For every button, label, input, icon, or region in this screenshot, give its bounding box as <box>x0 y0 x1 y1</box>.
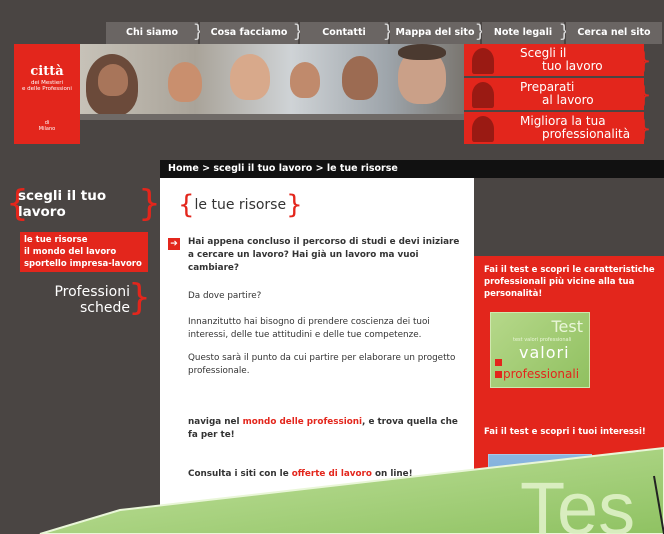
brace-icon: } <box>635 114 652 144</box>
main-content: {le tue risorse} ➔ Hai appena concluso i… <box>160 178 474 534</box>
brace-icon: } <box>635 46 652 76</box>
photo-face <box>290 62 320 98</box>
right-column: Fai il test e scopri le caratteristiche … <box>474 256 664 534</box>
header: città dei Mestieri e delle Professioni d… <box>14 44 664 144</box>
nav-tab-mappa-del-sito[interactable]: Mappa del sito } <box>390 22 486 44</box>
test-interessi-banner[interactable] <box>488 454 592 534</box>
logo-title: città <box>30 64 64 79</box>
logo-city: di Milano <box>14 120 80 132</box>
photo-face <box>98 64 128 96</box>
page-title-text: le tue risorse <box>194 197 287 213</box>
nav-tab-label: Contatti <box>322 27 366 38</box>
brace-icon: } <box>635 80 652 110</box>
nav-tab-label: Cosa facciamo <box>210 27 288 38</box>
sidebar-item-mondo-del-lavoro[interactable]: il mondo del lavoro <box>20 246 148 258</box>
nav-tab-contatti[interactable]: Contatti } <box>300 22 394 44</box>
sidebar-menu: le tue risorse il mondo del lavoro sport… <box>20 232 148 272</box>
consulta-paragraph: Consulta i siti con le offerte di lavoro… <box>188 468 464 481</box>
banner-text: Test <box>551 317 583 336</box>
logo-subtitle-line: e delle Professioni <box>22 86 72 92</box>
close-brace-icon: } <box>286 190 303 220</box>
breadcrumb[interactable]: Home > scegli il tuo lavoro > le tue ris… <box>160 160 664 178</box>
header-button-line: al lavoro <box>542 93 594 107</box>
header-button-line: professionalità <box>542 127 631 141</box>
header-button-migliora[interactable]: Migliora la tua professionalità } <box>464 112 652 144</box>
nav-tab-note-legali[interactable]: Note legali } <box>482 22 570 44</box>
silhouette-icon <box>472 82 494 108</box>
photo-hair <box>398 44 446 60</box>
consulta-text: on line! <box>371 469 413 479</box>
top-navigation: Chi siamo } Cosa facciamo } Contatti } M… <box>14 22 664 44</box>
nav-tab-label: Note legali <box>493 27 553 38</box>
header-button-preparati[interactable]: Preparati al lavoro } <box>464 78 652 110</box>
nav-tab-chi-siamo[interactable]: Chi siamo } <box>106 22 204 44</box>
nav-tab-cerca-nel-sito[interactable]: Cerca nel sito <box>566 22 662 44</box>
page-title: {le tue risorse} <box>178 192 303 218</box>
nav-tab-label: Cerca nel sito <box>577 27 651 38</box>
mondo-professioni-link[interactable]: mondo delle professioni <box>243 417 362 427</box>
naviga-text: naviga nel <box>188 417 243 427</box>
silhouette-icon <box>472 116 494 142</box>
paragraph: Innanzitutto hai bisogno di prendere cos… <box>188 317 430 340</box>
sidebar-item-sportello[interactable]: sportello impresa-lavoro <box>20 258 148 270</box>
intro-text: Hai appena concluso il percorso di studi… <box>188 236 464 275</box>
sidebar: { scegli il tuo lavoro } le tue risorse … <box>0 178 161 534</box>
logo-mark-icon <box>495 359 502 366</box>
paragraph: Da dove partire? <box>188 291 262 301</box>
logo-city-line: Milano <box>38 126 56 132</box>
paragraph: Questo sarà il punto da cui partire per … <box>188 353 456 376</box>
close-brace-icon: } <box>128 277 151 318</box>
silhouette-icon <box>472 48 494 74</box>
banner-text: professionali <box>503 367 580 381</box>
schede-label: schede <box>80 300 130 316</box>
photo-face <box>342 56 378 100</box>
sidebar-item-le-tue-risorse[interactable]: le tue risorse <box>20 234 148 246</box>
close-brace-icon: } <box>138 183 161 224</box>
page: Chi siamo } Cosa facciamo } Contatti } M… <box>0 0 664 534</box>
header-button-scegli-lavoro[interactable]: Scegli il tuo lavoro } <box>464 44 652 76</box>
site-logo[interactable]: città dei Mestieri e delle Professioni d… <box>14 44 80 144</box>
offerte-lavoro-link[interactable]: offerte di lavoro <box>292 469 372 479</box>
arrow-right-icon: ➔ <box>168 238 180 250</box>
photo-face <box>230 54 270 100</box>
open-brace-icon: { <box>178 190 195 220</box>
header-band <box>80 120 464 144</box>
professioni-label: Professioni <box>54 284 130 300</box>
promo-test-valori[interactable]: Fai il test e scopri le caratteristiche … <box>484 264 660 300</box>
header-photo <box>80 44 464 114</box>
naviga-paragraph: naviga nel mondo delle professioni, e tr… <box>188 416 464 442</box>
nav-tab-cosa-facciamo[interactable]: Cosa facciamo } <box>200 22 304 44</box>
logo-subtitle: dei Mestieri e delle Professioni <box>14 80 80 92</box>
test-valori-banner[interactable]: Test test valori professionali valori pr… <box>490 312 590 388</box>
right-column-top <box>474 178 664 256</box>
logo-mark-icon <box>495 371 502 378</box>
banner-text: valori <box>519 343 570 362</box>
nav-tab-label: Chi siamo <box>125 27 179 38</box>
photo-face <box>168 62 202 102</box>
professioni-schede-link[interactable]: Professioni schede <box>20 284 140 316</box>
nav-tab-label: Mappa del sito <box>395 27 475 38</box>
consulta-text: Consulta i siti con le <box>188 469 292 479</box>
sidebar-title: scegli il tuo lavoro <box>18 188 107 220</box>
promo-test-interessi[interactable]: Fai il test e scopri i tuoi interessi! <box>484 426 660 438</box>
header-button-line: tuo lavoro <box>542 59 603 73</box>
